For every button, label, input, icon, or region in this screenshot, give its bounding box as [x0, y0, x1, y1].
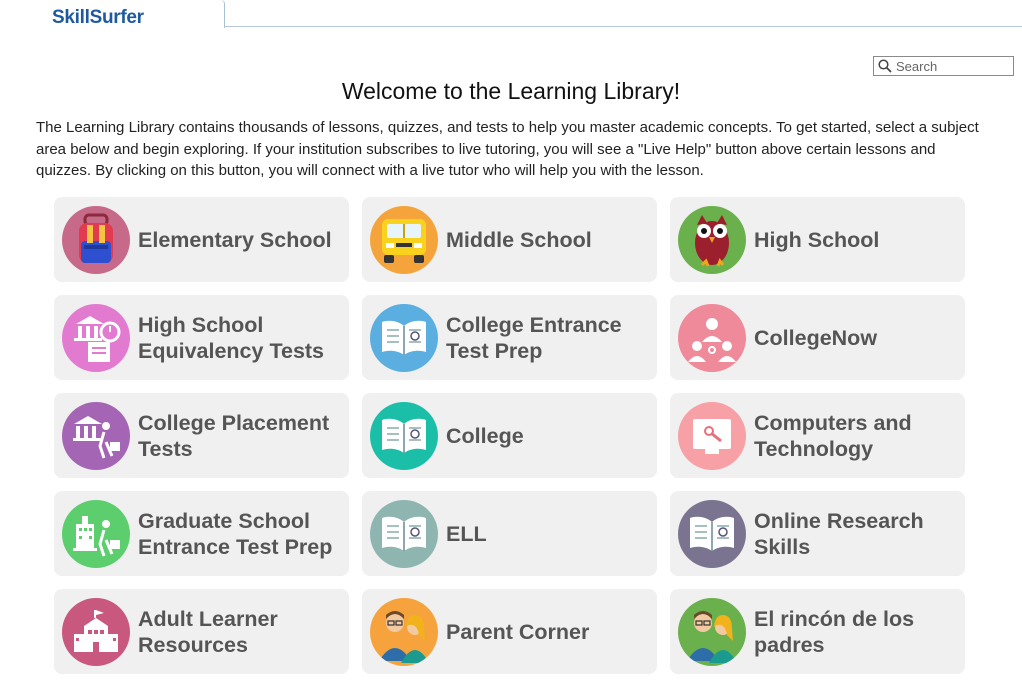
- subject-label: Parent Corner: [446, 619, 590, 644]
- subject-card[interactable]: Middle School: [362, 197, 657, 282]
- search-icon[interactable]: [876, 57, 894, 75]
- search-box[interactable]: [873, 56, 1014, 76]
- page-title: Welcome to the Learning Library!: [341, 78, 681, 104]
- subject-label: Middle School: [446, 227, 592, 252]
- subject-card[interactable]: High School: [670, 197, 965, 282]
- open-book-icon: [678, 499, 746, 568]
- parents-icon: [370, 597, 438, 666]
- subject-card[interactable]: Parent Corner: [362, 589, 657, 674]
- tab-divider: [224, 26, 1022, 27]
- subject-label: Elementary School: [138, 227, 332, 252]
- subject-label: College Entrance Test Prep: [446, 312, 622, 363]
- search-input[interactable]: [894, 58, 1008, 74]
- subject-card[interactable]: CollegeNow: [670, 295, 965, 380]
- subject-label: High School: [754, 227, 880, 252]
- student-building-icon: [62, 401, 130, 470]
- backpack-icon: [62, 205, 130, 274]
- subject-card[interactable]: Adult Learner Resources: [54, 589, 349, 674]
- subject-label: College Placement Tests: [138, 410, 330, 461]
- top-nav: SkillSurfer: [0, 0, 1022, 28]
- city-hall-icon: [62, 597, 130, 666]
- subject-card[interactable]: Elementary School: [54, 197, 349, 282]
- computer-screen-icon: [678, 401, 746, 470]
- school-bus-icon: [370, 205, 438, 274]
- subject-label: El rincón de los padres: [754, 606, 915, 657]
- subject-label: Adult Learner Resources: [138, 606, 278, 657]
- brand-logo[interactable]: SkillSurfer: [52, 7, 144, 29]
- subject-label: ELL: [446, 521, 487, 546]
- intro-text: The Learning Library contains thousands …: [36, 119, 979, 179]
- subject-card[interactable]: Graduate School Entrance Test Prep: [54, 491, 349, 576]
- open-book-icon: [370, 401, 438, 470]
- owl-icon: [678, 205, 746, 274]
- test-stopwatch-icon: [62, 303, 130, 372]
- subject-card[interactable]: Online Research Skills: [670, 491, 965, 576]
- open-book-icon: [370, 499, 438, 568]
- subject-card[interactable]: College Entrance Test Prep: [362, 295, 657, 380]
- people-network-icon: [678, 303, 746, 372]
- subject-card[interactable]: College: [362, 393, 657, 478]
- subject-label: Graduate School Entrance Test Prep: [138, 508, 333, 559]
- subject-card[interactable]: High School Equivalency Tests: [54, 295, 349, 380]
- subject-card[interactable]: ELL: [362, 491, 657, 576]
- open-book-icon: [370, 303, 438, 372]
- subject-label: Computers and Technology: [754, 410, 912, 461]
- subject-card[interactable]: El rincón de los padres: [670, 589, 965, 674]
- subject-label: Online Research Skills: [754, 508, 924, 559]
- subject-card[interactable]: Computers and Technology: [670, 393, 965, 478]
- subject-label: High School Equivalency Tests: [138, 312, 325, 363]
- subject-grid: Elementary School Middle School High Schoo…: [54, 197, 965, 674]
- subject-card[interactable]: College Placement Tests: [54, 393, 349, 478]
- parents-icon: [678, 597, 746, 666]
- subject-label: College: [446, 423, 524, 448]
- graduate-building-icon: [62, 499, 130, 568]
- subject-label: CollegeNow: [754, 325, 878, 350]
